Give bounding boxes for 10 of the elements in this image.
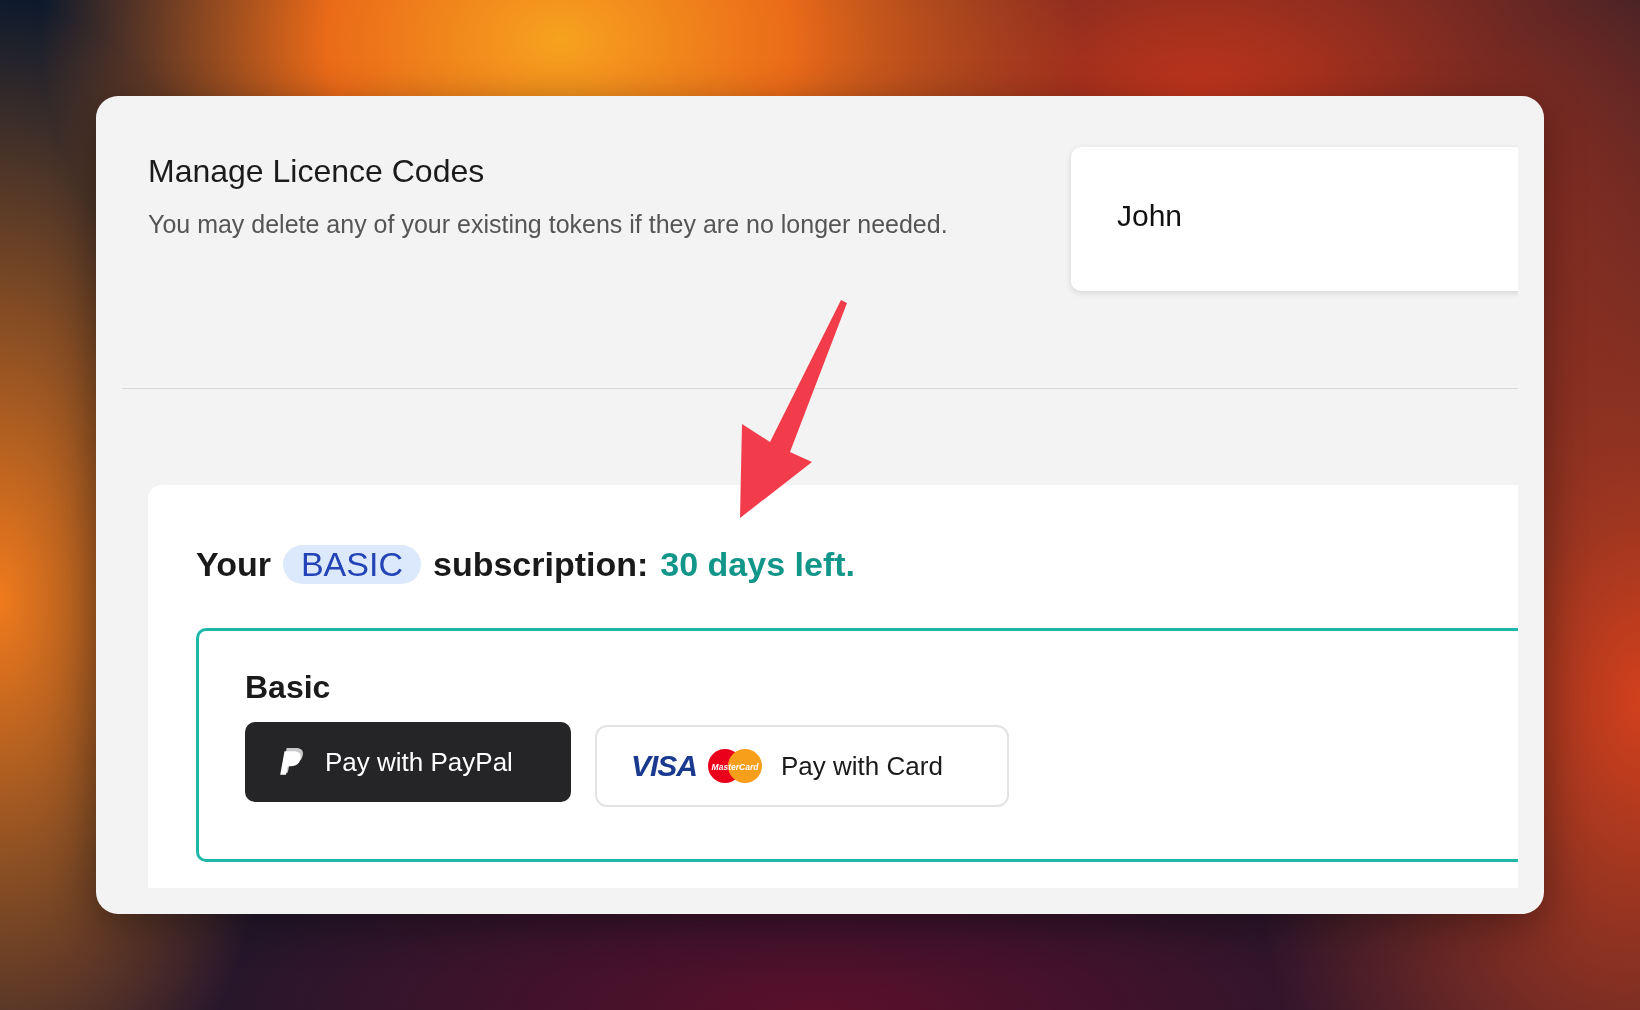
plan-badge: BASIC xyxy=(282,545,421,584)
section-description: You may delete any of your existing tokens if they are no longer needed. xyxy=(148,209,948,240)
subscription-prefix: Your xyxy=(196,545,271,584)
section-title: Manage Licence Codes xyxy=(148,153,486,190)
visa-logo: VISA xyxy=(631,749,698,783)
days-remaining: 30 days left. xyxy=(660,545,855,584)
paypal-button[interactable]: Pay with PayPal xyxy=(245,722,571,802)
user-name-box: John xyxy=(1071,147,1518,291)
subscription-label: subscription: xyxy=(433,545,649,584)
plan-name: Basic xyxy=(245,669,332,706)
